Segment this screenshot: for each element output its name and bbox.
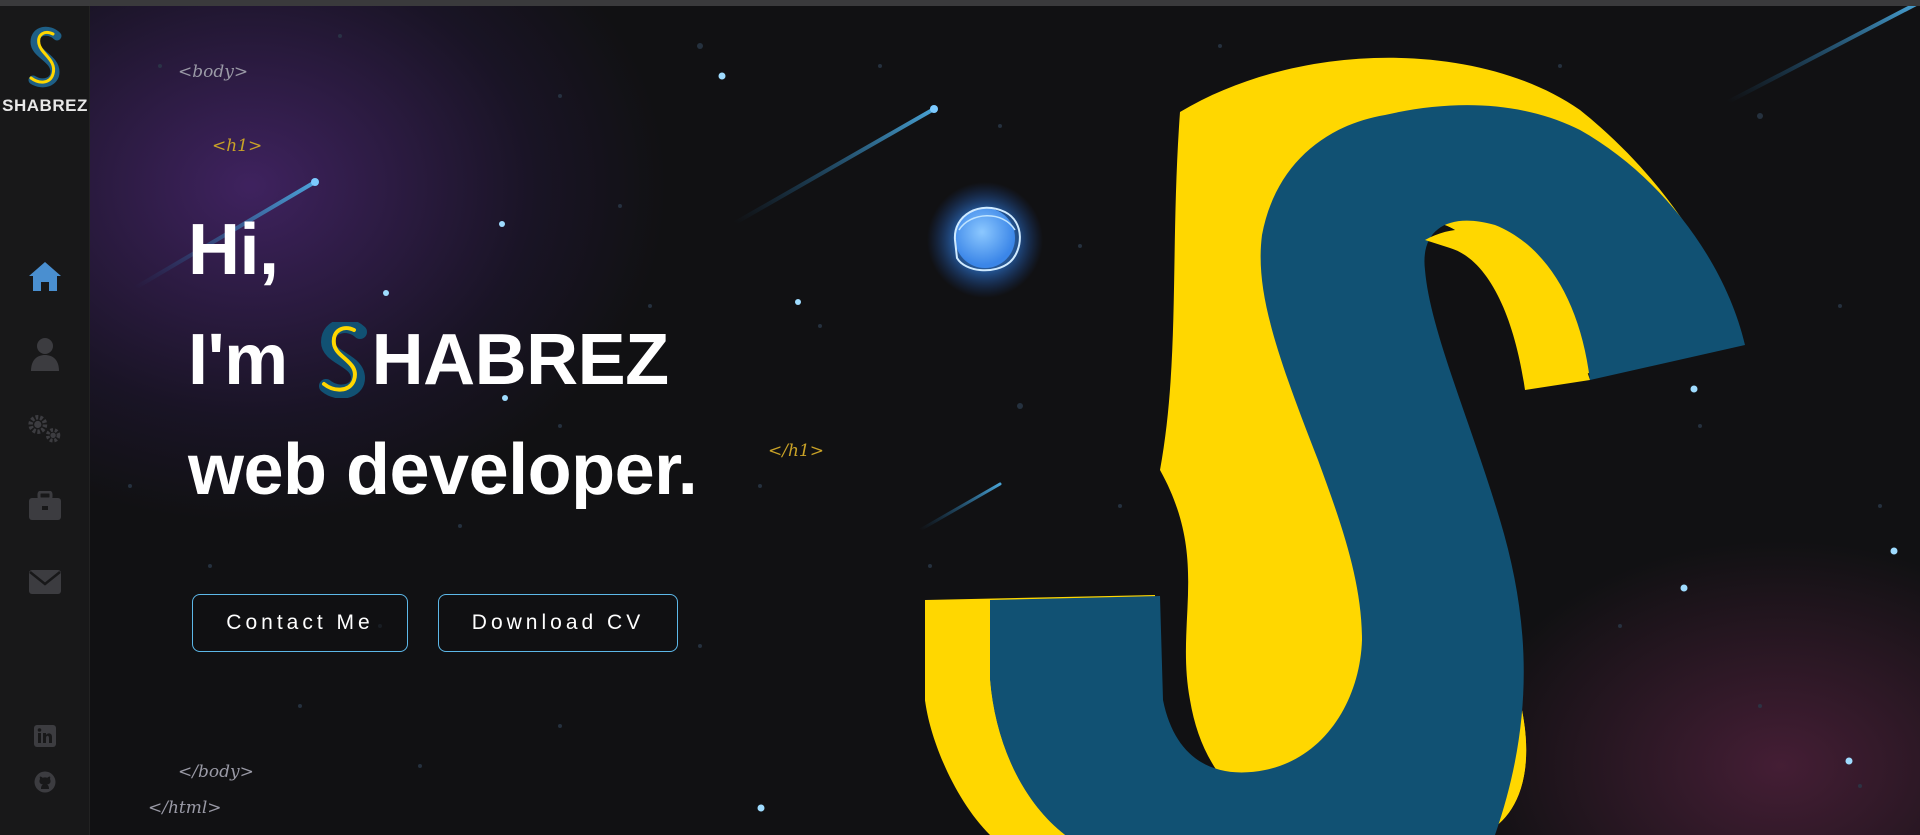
nav-skills[interactable]: [27, 411, 63, 447]
github-icon: [34, 771, 56, 793]
briefcase-icon: [29, 491, 61, 520]
hero-stage: [0, 6, 1920, 835]
gears-icon: [28, 415, 61, 443]
brand-logo[interactable]: SHABREZ: [0, 26, 90, 116]
linkedin-icon: [34, 725, 56, 747]
home-icon: [29, 262, 61, 291]
nav-work[interactable]: [27, 488, 63, 524]
contact-me-button[interactable]: Contact Me: [192, 594, 408, 652]
linkedin-link[interactable]: [33, 724, 57, 748]
s-logo-icon: [28, 26, 62, 88]
hero-intro-line: I'm HABREZ: [188, 322, 669, 398]
github-link[interactable]: [33, 770, 57, 794]
s-letter-logo-icon: [318, 322, 367, 398]
nav-home[interactable]: [27, 258, 63, 294]
code-tag-html-close: </html>: [148, 798, 222, 818]
envelope-icon: [29, 570, 61, 594]
hero-name: I'm HABREZ: [188, 322, 669, 398]
code-tag-body-open: <body>: [178, 62, 249, 82]
starfield-background: [57, 6, 1917, 812]
hero-greeting: Hi,: [188, 210, 279, 290]
nav-about[interactable]: [27, 336, 63, 372]
nav-contact[interactable]: [27, 564, 63, 600]
brand-name: SHABREZ: [2, 96, 88, 115]
sidebar: SHABREZ: [0, 6, 90, 835]
hero-name-rest: HABREZ: [371, 320, 670, 400]
code-tag-h1-close: </h1>: [768, 441, 824, 461]
code-tag-body-close: </body>: [178, 762, 254, 782]
hero-role: web developer.: [188, 430, 698, 510]
code-tag-h1-open: <h1>: [212, 136, 263, 156]
download-cv-button[interactable]: Download CV: [438, 594, 678, 652]
hero-im-text: I'm: [188, 320, 288, 400]
glowing-planet-graphic: [927, 182, 1043, 298]
user-icon: [31, 338, 59, 371]
